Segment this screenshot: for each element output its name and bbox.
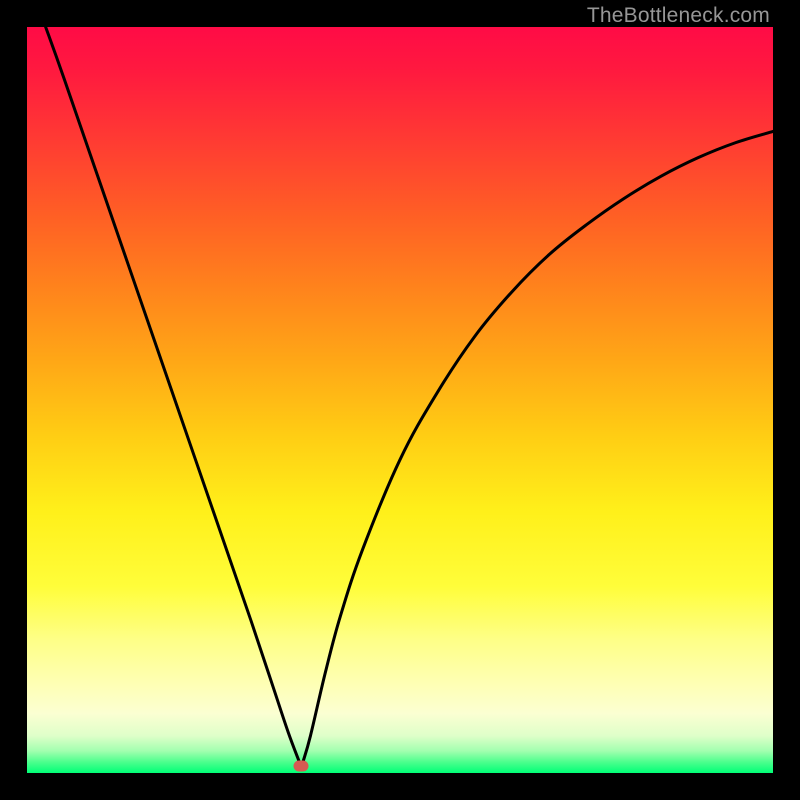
watermark-text: TheBottleneck.com [587, 4, 770, 28]
optimal-point-marker [293, 760, 308, 771]
chart-frame: TheBottleneck.com [0, 0, 800, 800]
curve-left-branch [46, 27, 300, 762]
curve-right-branch [303, 131, 773, 761]
curve-svg [27, 27, 773, 773]
plot-area [27, 27, 773, 773]
